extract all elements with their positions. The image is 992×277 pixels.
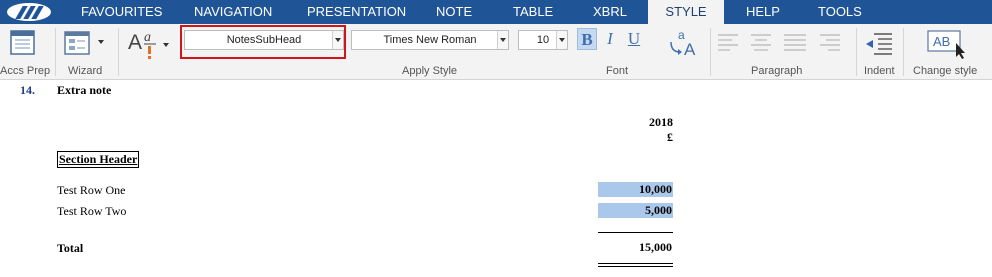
year-header: 2018 xyxy=(649,115,673,129)
style-select-highlight xyxy=(180,25,346,59)
indent-label: Indent xyxy=(864,65,895,77)
change-case-icon: a A xyxy=(670,28,696,59)
align-right-icon xyxy=(820,34,840,51)
note-title[interactable]: Extra note xyxy=(57,83,111,98)
svg-text:A: A xyxy=(128,31,142,54)
change-style-button[interactable]: AB xyxy=(926,29,970,59)
italic-button[interactable]: I xyxy=(600,28,620,50)
change-style-label: Change style xyxy=(913,65,978,77)
tab-presentation[interactable]: PRESENTATION xyxy=(307,0,406,24)
total-top-rule xyxy=(598,232,673,233)
ribbon-separator xyxy=(710,28,711,76)
bold-button[interactable]: B xyxy=(577,28,597,50)
change-case-button[interactable]: a A xyxy=(668,28,702,59)
wizard-label: Wizard xyxy=(68,65,103,77)
ribbon-panel: Accs Prep Wizard A a NotesSubHead Apply … xyxy=(0,24,992,80)
accs-prep-label: Accs Prep xyxy=(0,65,51,77)
tab-help[interactable]: HELP xyxy=(746,0,780,24)
indent-button[interactable] xyxy=(864,30,894,58)
font-family-select[interactable]: Times New Roman xyxy=(351,30,509,50)
align-left-icon xyxy=(718,34,738,51)
ribbon-separator xyxy=(903,28,904,76)
row-value-cell[interactable]: 5,000 xyxy=(598,203,673,218)
ribbon-tab-bar: FAVOURITES NAVIGATION PRESENTATION NOTE … xyxy=(0,0,992,24)
row-label[interactable]: Test Row Two xyxy=(57,204,126,219)
tab-tools[interactable]: TOOLS xyxy=(818,0,862,24)
note-number: 14. xyxy=(20,83,35,97)
wizard-icon xyxy=(64,31,104,55)
text-style-icon: A a xyxy=(128,30,169,59)
case-icon-big-letter: A xyxy=(684,40,696,58)
chevron-down-icon[interactable] xyxy=(497,31,508,49)
paragraph-group-label: Paragraph xyxy=(751,65,803,77)
tab-table[interactable]: TABLE xyxy=(513,0,553,24)
total-label[interactable]: Total xyxy=(57,241,83,256)
total-double-rule xyxy=(598,266,673,267)
tab-xbrl[interactable]: XBRL xyxy=(593,0,627,24)
ribbon-separator xyxy=(118,28,119,76)
apply-style-label: Apply Style xyxy=(402,65,458,77)
align-justify-icon xyxy=(784,34,806,51)
tab-favourites[interactable]: FAVOURITES xyxy=(81,0,162,24)
change-style-icon-text: AB xyxy=(933,34,950,49)
tab-navigation[interactable]: NAVIGATION xyxy=(194,0,272,24)
total-value-cell[interactable]: 15,000 xyxy=(598,240,673,255)
font-size-value: 10 xyxy=(536,34,550,46)
align-center-icon xyxy=(751,34,771,51)
total-double-rule xyxy=(598,263,673,264)
font-family-value: Times New Roman xyxy=(383,34,477,46)
wizard-button[interactable] xyxy=(62,28,108,56)
tab-style[interactable]: STYLE xyxy=(648,0,724,24)
accs-prep-button[interactable] xyxy=(9,28,37,56)
font-size-select[interactable]: 10 xyxy=(518,30,568,50)
app-logo-icon[interactable] xyxy=(0,0,62,24)
row-value-cell[interactable]: 10,000 xyxy=(598,182,673,197)
font-group-label: Font xyxy=(606,65,629,77)
chevron-down-icon[interactable] xyxy=(556,31,567,49)
currency-header: £ xyxy=(667,130,673,144)
svg-text:a: a xyxy=(144,30,151,45)
change-style-icon: AB xyxy=(927,30,965,59)
underline-button[interactable]: U xyxy=(624,28,644,50)
ribbon-separator xyxy=(55,28,56,76)
accs-prep-icon xyxy=(10,30,35,55)
tab-note[interactable]: NOTE xyxy=(436,0,472,24)
text-style-button[interactable]: A a xyxy=(127,27,173,59)
indent-icon xyxy=(866,33,892,55)
ribbon-separator xyxy=(856,28,857,76)
row-label[interactable]: Test Row One xyxy=(57,183,125,198)
paragraph-align-group xyxy=(716,32,846,56)
document-area[interactable]: 14. Extra note 2018 £ Section Header Tes… xyxy=(0,81,992,277)
section-header[interactable]: Section Header xyxy=(57,151,140,168)
